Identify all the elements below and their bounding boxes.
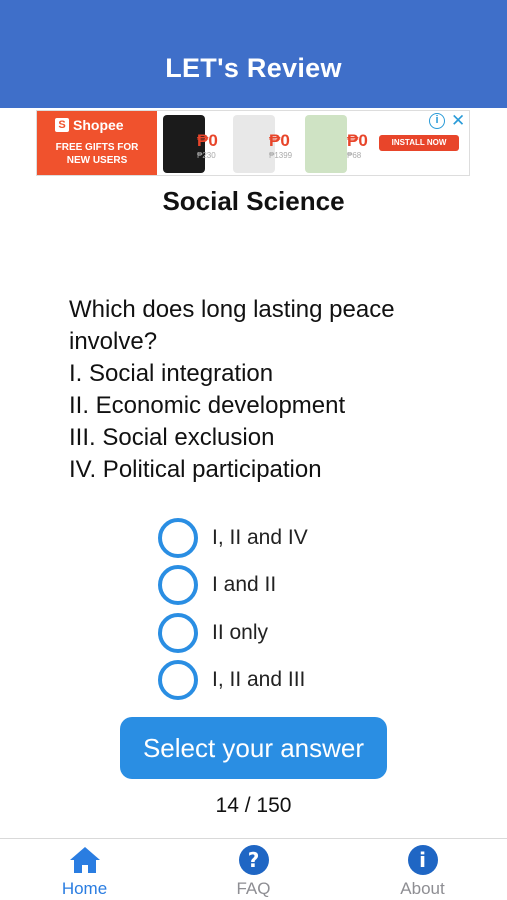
question-line: Which does long lasting peace [69,296,395,323]
home-icon [68,845,102,875]
ad-old-price: ₱1399 [269,151,293,160]
subject-title: Social Science [162,186,345,216]
app-title: LET's Review [165,53,342,83]
tab-home[interactable]: Home [0,839,169,900]
option-label: I, II and III [212,668,306,692]
ad-banner[interactable]: S Shopee FREE GIFTS FOR NEW USERS ₱0 ₱23… [36,110,470,176]
select-answer-button[interactable]: Select your answer [120,717,387,779]
ad-brand-name: Shopee [73,117,124,133]
question-line: involve? [69,328,158,355]
ad-close-icon[interactable]: ✕ [451,111,465,131]
shopping-bag-icon: S [55,118,69,132]
answer-options: I, II and IV I and II II only I, II and … [158,514,308,704]
app-header: LET's Review [0,0,507,108]
ad-price: ₱0 [269,131,290,150]
info-circle-icon: i [407,845,438,875]
question-progress: 14 / 150 [215,794,292,817]
ad-price: ₱0 [347,131,368,150]
ad-brand: S Shopee [55,117,124,133]
question-line: I. Social integration [69,360,274,387]
radio-button[interactable] [158,517,198,558]
answer-option-2[interactable]: I and II [158,562,308,610]
option-label: I, II and IV [212,525,308,549]
radio-button[interactable] [158,660,198,701]
question-text: Which does long lasting peace involve? I… [69,294,469,486]
ad-price: ₱0 [197,131,218,150]
tab-about[interactable]: i About [338,839,507,900]
tab-label: FAQ [236,879,271,898]
question-line: III. Social exclusion [69,424,275,451]
question-line: IV. Political participation [69,456,322,483]
ad-promo-panel[interactable]: S Shopee FREE GIFTS FOR NEW USERS [37,111,157,175]
option-label: II only [212,620,269,644]
ad-old-price: ₱230 [197,151,216,160]
tab-faq[interactable]: ? FAQ [169,839,338,900]
radio-button[interactable] [158,612,198,653]
answer-option-3[interactable]: II only [158,609,308,657]
food-product-image[interactable] [305,115,347,173]
ad-old-price: ₱68 [347,151,362,160]
tab-label: Home [61,879,108,898]
option-label: I and II [212,573,277,597]
bottom-tab-bar: Home ? FAQ i About [0,838,507,900]
ad-info-icon[interactable]: i [429,113,445,129]
tab-label: About [400,879,445,898]
ad-promo-text: FREE GIFTS FOR NEW USERS [55,142,139,166]
answer-option-4[interactable]: I, II and III [158,657,308,705]
question-circle-icon: ? [238,845,269,875]
question-line: II. Economic development [69,392,346,419]
install-now-button[interactable]: INSTALL NOW [379,135,459,151]
answer-option-1[interactable]: I, II and IV [158,514,308,562]
radio-button[interactable] [158,565,198,606]
